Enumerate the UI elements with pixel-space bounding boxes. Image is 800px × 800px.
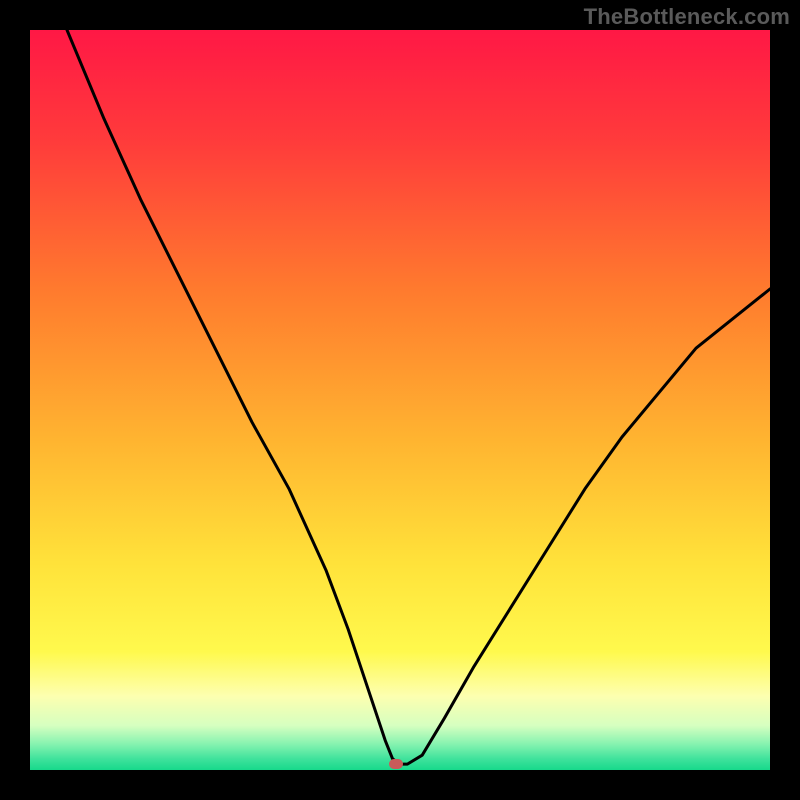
chart-plot <box>30 30 770 770</box>
chart-container: TheBottleneck.com <box>0 0 800 800</box>
watermark-label: TheBottleneck.com <box>584 4 790 30</box>
optimal-point-marker <box>389 759 403 769</box>
plot-background <box>30 30 770 770</box>
